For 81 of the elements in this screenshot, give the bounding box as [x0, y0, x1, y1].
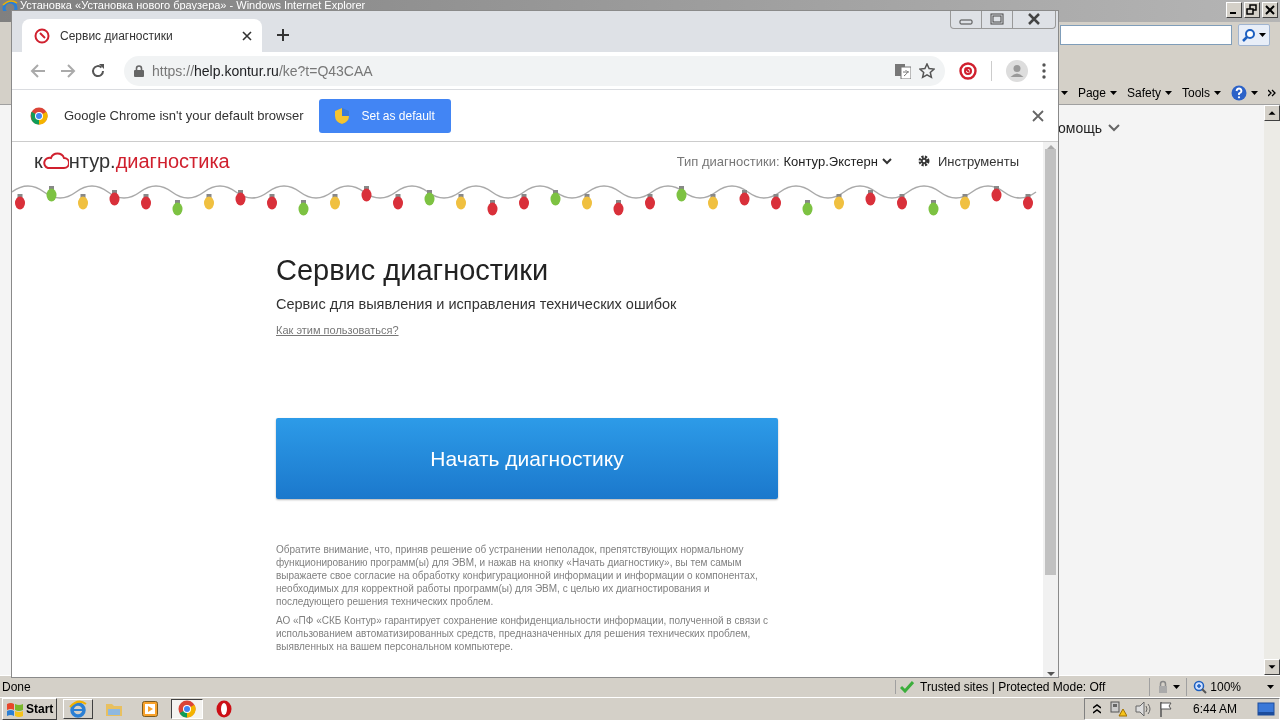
logo-text: нтур. — [68, 149, 116, 173]
kontur-extension-icon[interactable] — [959, 61, 977, 80]
translate-icon[interactable] — [895, 62, 911, 79]
chrome-icon — [178, 700, 197, 718]
reload-icon[interactable] — [90, 62, 106, 79]
folder-icon — [105, 701, 124, 717]
caret-icon — [1165, 91, 1172, 95]
scrollbar[interactable] — [1264, 105, 1280, 675]
browser-tab[interactable]: Сервис диагностики — [22, 19, 262, 52]
lock-icon — [134, 64, 144, 77]
minimize-icon[interactable] — [1226, 2, 1242, 18]
menu-text[interactable]: омощь — [1058, 120, 1102, 136]
scroll-thumb[interactable] — [1045, 149, 1056, 575]
toolbar-menu[interactable]: Tools — [1182, 86, 1221, 100]
select-label: Тип диагностики: — [676, 153, 780, 169]
check-icon — [900, 680, 915, 693]
help-link[interactable]: Как этим пользоваться? — [276, 324, 399, 336]
zone-text: Trusted sites | Protected Mode: Off — [920, 679, 1106, 694]
caret-icon — [1267, 684, 1274, 689]
search-icon — [1242, 28, 1256, 42]
start-button[interactable]: Start — [2, 698, 58, 720]
cloud-icon — [42, 152, 69, 170]
help-icon — [1231, 85, 1247, 101]
caret-icon — [1173, 684, 1181, 689]
flag-icon[interactable] — [1158, 701, 1173, 717]
tools-menu[interactable]: Инструменты — [917, 153, 1019, 169]
caret-icon — [1060, 91, 1068, 95]
avatar-icon[interactable] — [1006, 59, 1028, 82]
tab-title: Сервис диагностики — [60, 28, 174, 43]
scroll-up-icon[interactable] — [1264, 105, 1280, 121]
windows-flag-icon — [6, 701, 24, 717]
taskbar-app[interactable] — [171, 699, 204, 719]
show-hidden-icon[interactable] — [1092, 704, 1101, 714]
toolbar-menu[interactable]: Page — [1077, 86, 1117, 100]
new-tab-icon[interactable] — [276, 27, 290, 42]
chevron-down-icon — [1108, 124, 1120, 132]
infobar-message: Google Chrome isn't your default browser — [64, 108, 304, 123]
caret-icon — [1259, 33, 1266, 37]
show-desktop-icon[interactable] — [1257, 701, 1275, 717]
close-icon[interactable] — [242, 30, 252, 41]
page-subtitle: Сервис для выявления и исправления технических ошибок — [276, 296, 677, 312]
diagnostic-type-select[interactable]: Тип диагностики: Контур.Экстерн — [676, 153, 892, 169]
kontur-favicon-icon — [34, 27, 50, 44]
scroll-down-icon[interactable] — [1046, 672, 1055, 677]
network-warning-icon[interactable] — [1108, 701, 1127, 717]
chrome-logo-icon — [30, 106, 48, 125]
window-title: Установка «Установка нового браузера» - Windows Internet Explorer — [20, 0, 366, 11]
search-button[interactable] — [1238, 24, 1270, 46]
settings-icon — [917, 155, 930, 167]
star-icon[interactable] — [919, 62, 935, 79]
zoom-icon — [1193, 679, 1208, 694]
shield-icon — [335, 107, 350, 124]
search-field[interactable] — [1060, 25, 1232, 45]
caret-icon — [1251, 91, 1258, 95]
status-text: Done — [1, 679, 32, 694]
page-title: Сервис диагностики — [276, 253, 549, 288]
media-player-icon — [142, 701, 159, 717]
caret-icon — [1109, 91, 1117, 95]
caret-icon — [1214, 91, 1221, 95]
notice-paragraph: АО «ПФ «СКБ Контур» гарантирует сохранение конфиденциальности информации, полученной в связи с использованием автоматизированных средств, предназначенных для решения технических проблем, выявленных на вашем персональном компьютере. — [276, 614, 769, 653]
set-default-button[interactable]: Set as default — [319, 98, 451, 133]
clock-text: 6:44 AM — [1192, 702, 1237, 716]
zoom-button[interactable]: 100% — [1186, 677, 1280, 696]
scrollbar[interactable] — [1043, 142, 1058, 677]
restore-icon[interactable] — [1244, 2, 1260, 18]
volume-icon[interactable] — [1134, 701, 1151, 717]
toolbar-menu[interactable]: Safety — [1126, 86, 1172, 100]
ie-logo-icon — [2, 0, 18, 11]
logo-text: к — [34, 149, 43, 173]
select-value: Контур.Экстерн — [783, 153, 878, 169]
menu-icon[interactable] — [1042, 62, 1046, 79]
product-name: диагностика — [115, 149, 230, 173]
scroll-down-icon[interactable] — [1264, 659, 1280, 675]
address-bar[interactable]: https://help.kontur.ru/ke?t=Q43CAA — [124, 55, 945, 86]
chevron-down-icon — [881, 157, 892, 165]
url-text[interactable]: https://help.kontur.ru/ke?t=Q43CAA — [152, 62, 887, 79]
help-menu[interactable] — [1231, 85, 1258, 101]
notice-paragraph: Обратите внимание, что, приняв решение об устранении неполадок, препятствующих нормальному функционированию программ(ы) для ЭВМ, и нажав на кнопку «Начать диагностику», вы тем самым выражаете свое согласие на обработку конфигурационной информации и информации о компонентах, необходимых для корректной работы программ(ы) для ЭВМ, с целью их диагностирования и последующего решения технических проблем. — [276, 543, 759, 608]
chevron-icon[interactable] — [1268, 89, 1276, 97]
ie-icon — [69, 700, 88, 718]
start-diagnostics-button[interactable]: Начать диагностику — [276, 418, 778, 499]
